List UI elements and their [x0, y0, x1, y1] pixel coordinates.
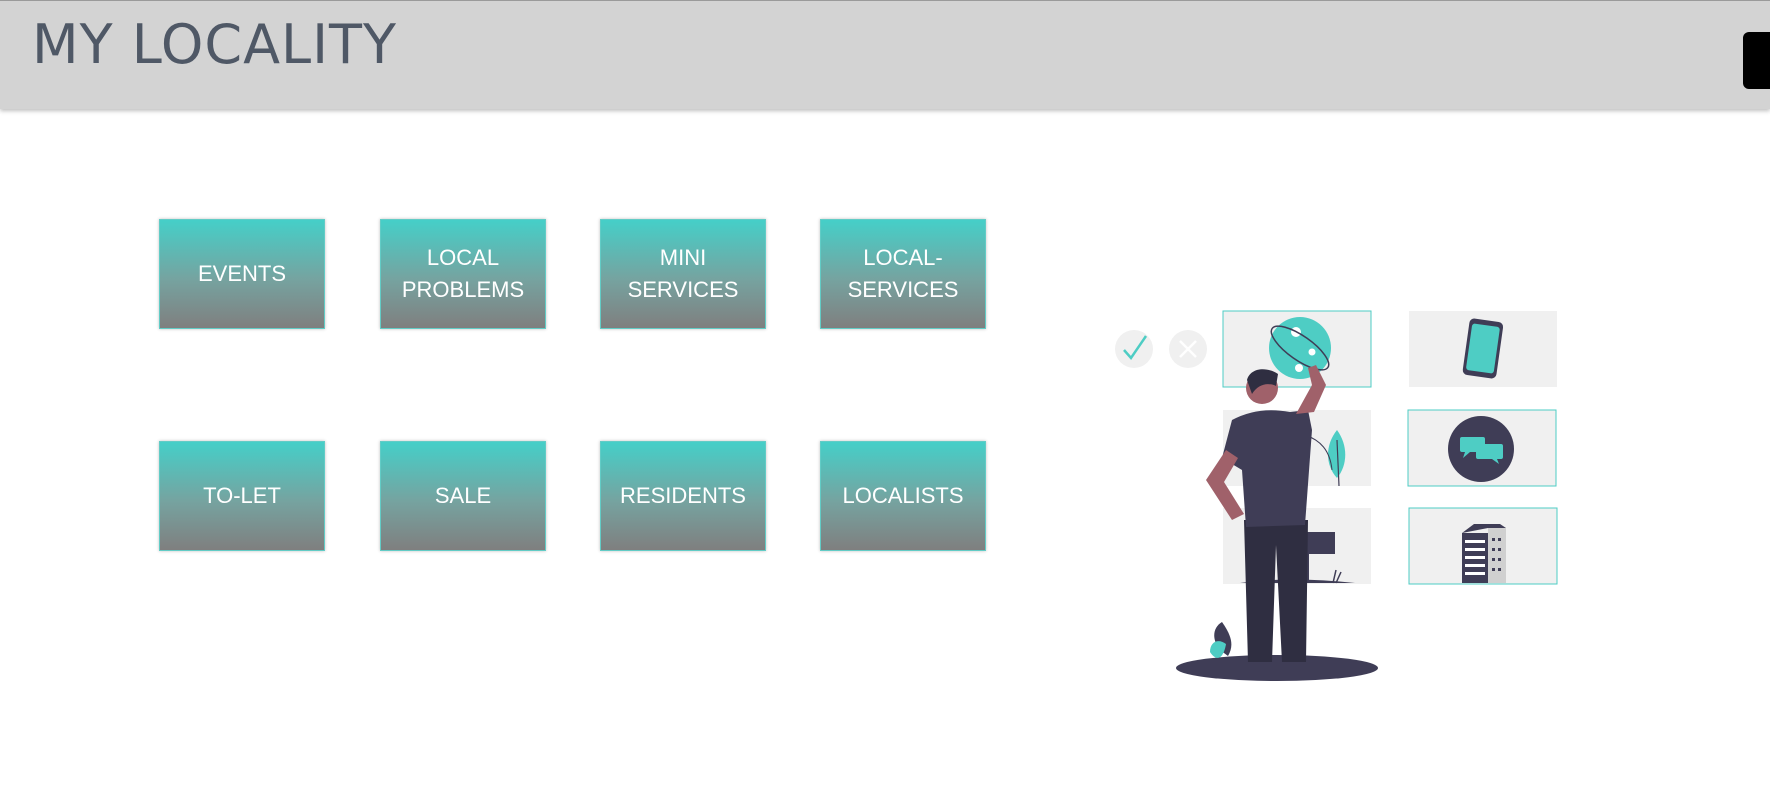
tile-label: LOCALISTS: [842, 483, 964, 508]
page-title: MY LOCALITY: [32, 13, 398, 76]
check-icon: [1115, 330, 1153, 368]
tile-residents[interactable]: RESIDENTS: [600, 441, 766, 551]
menu-corner-button[interactable]: [1743, 32, 1770, 89]
header-bar: MY LOCALITY: [0, 0, 1770, 109]
tile-sale[interactable]: SALE: [380, 441, 546, 551]
close-icon: [1169, 330, 1207, 368]
tile-local-problems[interactable]: LOCAL PROBLEMS: [380, 219, 546, 329]
tile-localists[interactable]: LOCALISTS: [820, 441, 986, 551]
tile-mini-services[interactable]: MINI SERVICES: [600, 219, 766, 329]
tile-label: LOCAL PROBLEMS: [401, 245, 525, 302]
tile-label: EVENTS: [197, 261, 287, 286]
tile-label: LOCAL- SERVICES: [847, 245, 959, 302]
tile-label: SALE: [434, 483, 492, 508]
tile-local-services[interactable]: LOCAL- SERVICES: [820, 219, 986, 329]
tile-label: TO-LET: [203, 483, 281, 508]
tile-label: RESIDENTS: [620, 483, 746, 508]
tile-events[interactable]: EVENTS: [159, 219, 325, 329]
tile-to-let[interactable]: TO-LET: [159, 441, 325, 551]
chat-icon: [1448, 416, 1514, 482]
illustration: [1115, 310, 1558, 681]
tile-label: MINI SERVICES: [627, 245, 739, 302]
